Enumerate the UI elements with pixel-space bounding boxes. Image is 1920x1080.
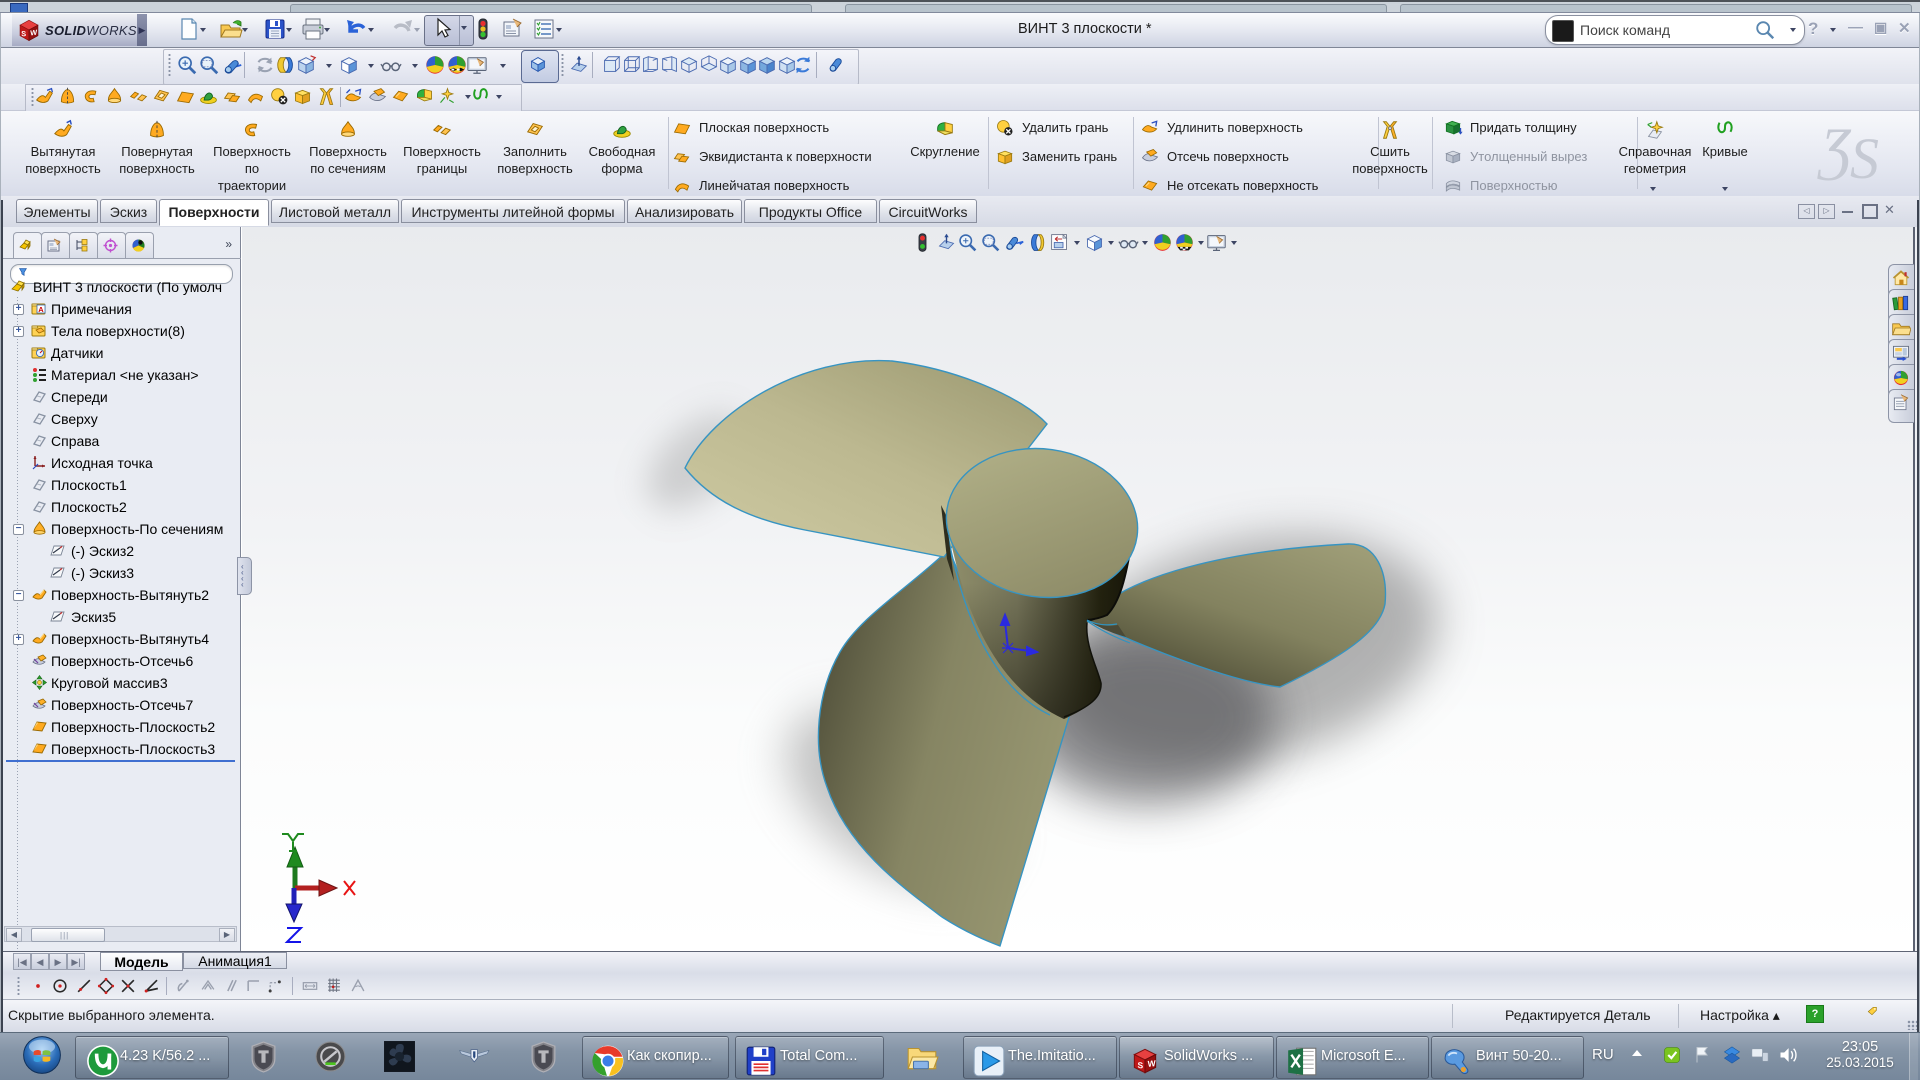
svg-text:W: W (30, 28, 37, 38)
svg-text:W: W (1148, 1058, 1157, 1069)
svg-text:S: S (1138, 1060, 1144, 1071)
svg-text:A: A (38, 305, 44, 314)
svg-text:S: S (21, 29, 26, 39)
